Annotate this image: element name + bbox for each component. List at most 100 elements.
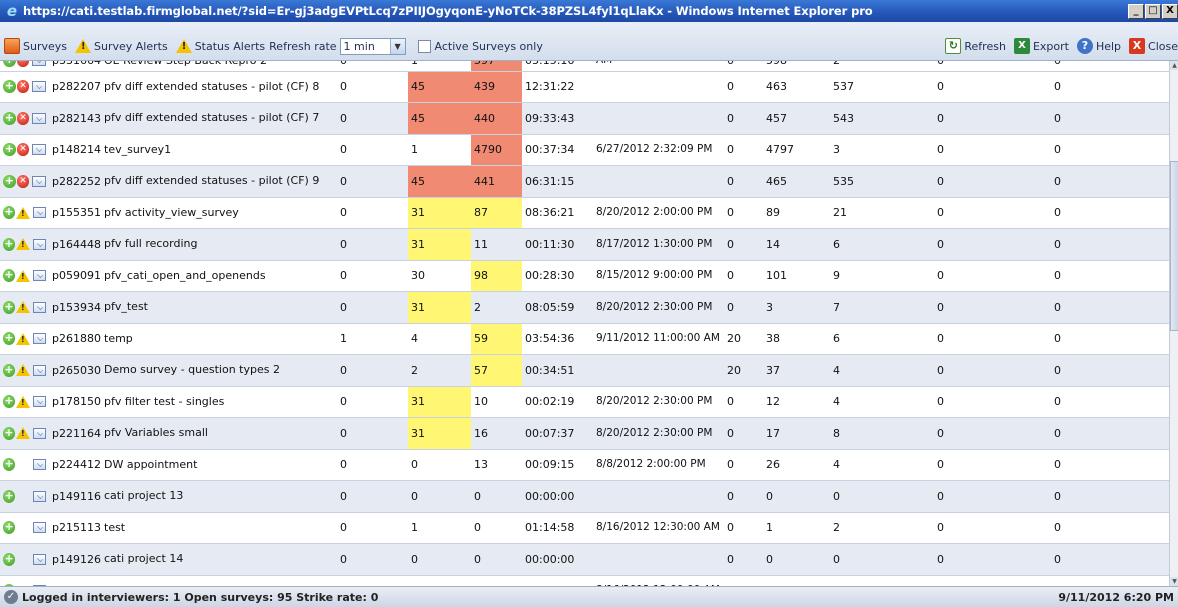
survey-message-icon[interactable] — [32, 112, 46, 124]
survey-id[interactable]: p2618805 — [49, 323, 101, 355]
table-row[interactable]: +p2211646pfv Variables small0311600:07:3… — [0, 417, 1169, 450]
survey-message-icon[interactable] — [32, 238, 46, 250]
expand-plus-icon[interactable]: + — [3, 363, 15, 377]
survey-name[interactable]: pfv full recording — [101, 228, 337, 261]
maximize-button[interactable]: □ — [1145, 3, 1161, 19]
active-surveys-checkbox[interactable] — [417, 39, 431, 53]
survey-message-icon[interactable] — [32, 553, 46, 565]
expand-plus-icon[interactable]: + — [3, 395, 15, 409]
table-row[interactable]: +✕p1482143tev_survey101479000:37:346/27/… — [0, 134, 1169, 166]
expand-plus-icon[interactable]: + — [3, 61, 16, 68]
table-row[interactable]: +✕p3316640OE Review Step Back Repro 2015… — [0, 61, 1169, 72]
survey-id[interactable]: p2151138 — [49, 512, 101, 544]
export-button[interactable]: X Export — [1010, 38, 1069, 54]
survey-name[interactable]: temp — [101, 323, 337, 355]
close-window-button[interactable]: X — [1162, 3, 1178, 19]
vertical-scrollbar[interactable]: ▲ ▼ — [1169, 61, 1178, 586]
survey-message-icon[interactable] — [32, 490, 46, 502]
expand-plus-icon[interactable]: + — [3, 206, 15, 220]
survey-name[interactable]: pfv diff extended statuses - pilot (CF) … — [101, 165, 337, 198]
survey-name[interactable]: cati project 14 — [101, 543, 337, 576]
survey-id[interactable]: p0590914 — [49, 260, 101, 292]
survey-name[interactable]: tev_survey1 — [101, 134, 337, 166]
survey-name[interactable]: test — [101, 512, 337, 544]
scroll-up-arrow[interactable]: ▲ — [1170, 61, 1178, 70]
table-row[interactable]: +p1553519pfv activity_view_survey0318708… — [0, 197, 1169, 229]
table-row[interactable]: +p1539344pfv_test031208:05:598/20/2012 2… — [0, 291, 1169, 324]
survey-message-icon[interactable] — [32, 144, 46, 156]
survey-message-icon[interactable] — [32, 175, 46, 187]
survey-id[interactable]: p2822524 — [49, 165, 101, 198]
survey-message-icon[interactable] — [32, 522, 46, 534]
survey-id[interactable]: p2244122 — [49, 449, 101, 481]
survey-id[interactable]: p1553519 — [49, 197, 101, 229]
close-button[interactable]: X Close — [1125, 38, 1178, 54]
table-row[interactable]: +✕p2821430pfv diff extended statuses - p… — [0, 102, 1169, 135]
scroll-down-arrow[interactable]: ▼ — [1170, 577, 1178, 586]
table-row[interactable]: +p2717199Appt01400:28:298/16/2012 12:00:… — [0, 575, 1169, 586]
survey-id[interactable]: p1781503 — [49, 386, 101, 418]
survey-name[interactable]: DW appointment — [101, 449, 337, 481]
survey-alerts-button[interactable]: Survey Alerts — [71, 39, 168, 53]
survey-message-icon[interactable] — [32, 207, 46, 219]
expand-plus-icon[interactable]: + — [3, 552, 16, 566]
survey-message-icon[interactable] — [32, 364, 46, 376]
survey-name[interactable]: pfv filter test - singles — [101, 386, 337, 418]
survey-name[interactable]: OE Review Step Back Repro 2 — [101, 61, 337, 72]
table-row[interactable]: +p1491265cati project 1400000:00:0000000… — [0, 543, 1169, 576]
survey-name[interactable]: cati project 13 — [101, 480, 337, 513]
expand-plus-icon[interactable]: + — [3, 174, 16, 188]
table-row[interactable]: +p2151138test01001:14:588/16/2012 12:30:… — [0, 512, 1169, 544]
survey-id[interactable]: p1491168 — [49, 480, 101, 513]
expand-plus-icon[interactable]: + — [3, 237, 15, 251]
table-row[interactable]: +p1644488pfv full recording0311100:11:30… — [0, 228, 1169, 261]
survey-name[interactable]: pfv Variables small — [101, 417, 337, 450]
survey-id[interactable]: p2650300 — [49, 354, 101, 387]
expand-plus-icon[interactable]: + — [3, 143, 16, 157]
survey-name[interactable]: pfv_cati_open_and_openends — [101, 260, 337, 292]
expand-plus-icon[interactable]: + — [3, 80, 16, 94]
table-row[interactable]: +✕p2822077pfv diff extended statuses - p… — [0, 71, 1169, 103]
survey-message-icon[interactable] — [32, 459, 46, 471]
expand-plus-icon[interactable]: + — [3, 458, 16, 472]
survey-message-icon[interactable] — [32, 301, 46, 313]
survey-name[interactable]: pfv activity_view_survey — [101, 197, 337, 229]
table-row[interactable]: +p1491168cati project 1300000:00:0000000… — [0, 480, 1169, 513]
survey-id[interactable]: p3316640 — [49, 61, 101, 72]
survey-name[interactable]: Appt — [101, 575, 337, 586]
table-row[interactable]: +p1781503pfv filter test - singles031100… — [0, 386, 1169, 418]
refresh-button[interactable]: ↻ Refresh — [941, 38, 1006, 54]
survey-id[interactable]: p2822077 — [49, 71, 101, 103]
status-alerts-button[interactable]: Status Alerts — [172, 39, 265, 53]
survey-message-icon[interactable] — [32, 333, 46, 345]
scroll-thumb[interactable] — [1170, 161, 1178, 331]
active-surveys-toggle[interactable]: Active Surveys only — [410, 39, 543, 53]
table-row[interactable]: +p2244122DW appointment001300:09:158/8/2… — [0, 449, 1169, 481]
expand-plus-icon[interactable]: + — [3, 269, 15, 283]
survey-message-icon[interactable] — [32, 396, 46, 408]
expand-plus-icon[interactable]: + — [3, 332, 15, 346]
expand-plus-icon[interactable]: + — [3, 426, 15, 440]
table-row[interactable]: + p2618805temp145903:54:369/11/2012 11:00… — [0, 323, 1169, 355]
survey-message-icon[interactable] — [32, 427, 46, 439]
survey-name[interactable]: pfv diff extended statuses - pilot (CF) … — [101, 102, 337, 135]
table-row[interactable]: +✕p2822524pfv diff extended statuses - p… — [0, 165, 1169, 198]
survey-id[interactable]: p2821430 — [49, 102, 101, 135]
survey-id[interactable]: p2717199 — [49, 575, 101, 586]
survey-name[interactable]: Demo survey - question types 2 — [101, 354, 337, 387]
survey-id[interactable]: p2211646 — [49, 417, 101, 450]
survey-name[interactable]: pfv diff extended statuses - pilot (CF) … — [101, 71, 337, 103]
surveys-button[interactable]: Surveys — [0, 38, 67, 54]
survey-name[interactable]: pfv_test — [101, 291, 337, 324]
refresh-rate-select[interactable]: 1 min ▼ — [339, 37, 406, 55]
expand-plus-icon[interactable]: + — [3, 489, 16, 503]
survey-id[interactable]: p1539344 — [49, 291, 101, 324]
minimize-button[interactable]: _ — [1128, 3, 1144, 19]
help-button[interactable]: ? Help — [1073, 38, 1121, 54]
survey-message-icon[interactable] — [32, 81, 46, 93]
survey-message-icon[interactable] — [32, 270, 46, 282]
survey-message-icon[interactable] — [32, 61, 46, 67]
survey-id[interactable]: p1482143 — [49, 134, 101, 166]
expand-plus-icon[interactable]: + — [3, 300, 15, 314]
survey-id[interactable]: p1491265 — [49, 543, 101, 576]
